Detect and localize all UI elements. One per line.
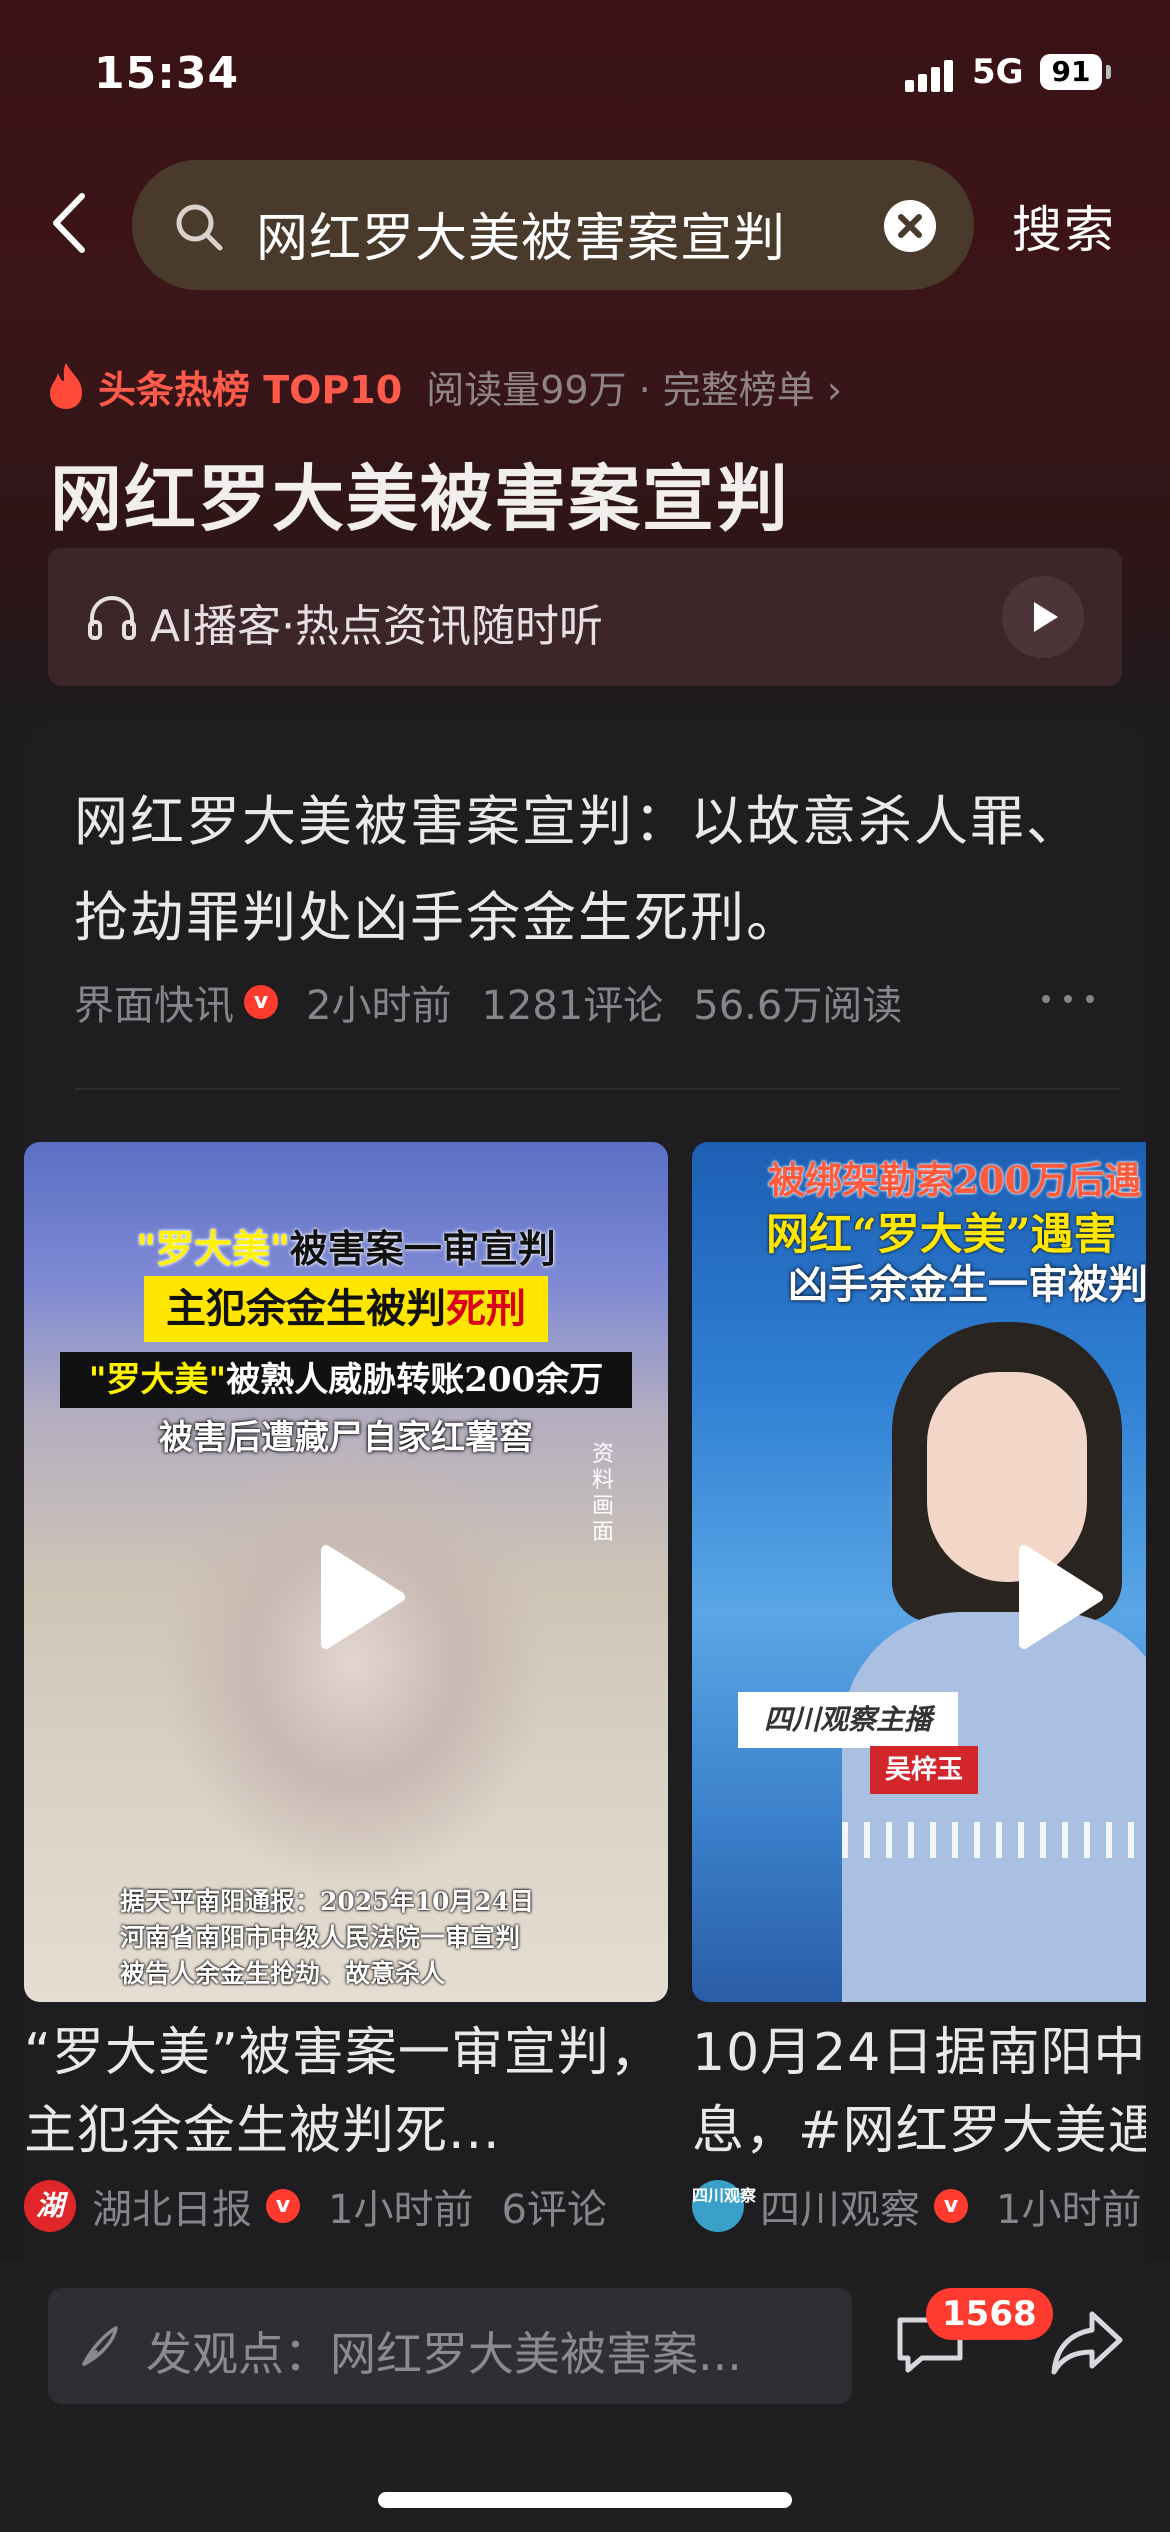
video-2-caption-3: 凶手余金生一审被判 — [788, 1261, 1146, 1308]
video-1-caption-2: 主犯余金生被判死刑 — [144, 1276, 548, 1342]
video-1-time: 1小时前 — [328, 2187, 474, 2233]
news-card[interactable]: 网红罗大美被害案宣判：以故意杀人罪、抢劫罪判处凶手余金生死刑。 界面快讯 v 2… — [24, 722, 1146, 2282]
play-icon — [1034, 602, 1058, 632]
video-thumbnail-2[interactable]: 被绑架勒索200万后遇 网红“罗大美”遇害 凶手余金生一审被判 四川观察主播 吴… — [692, 1142, 1146, 2002]
share-icon[interactable] — [1048, 2304, 1126, 2382]
video-1-caption-1: "罗大美"被害案一审宣判 — [136, 1226, 556, 1271]
news-ticker — [842, 1822, 1146, 1858]
video-thumbnail-1[interactable]: "罗大美"被害案一审宣判 主犯余金生被判死刑 "罗大美"被熟人威胁转账200余万… — [24, 1142, 668, 2002]
back-button[interactable] — [46, 188, 96, 258]
anchor-name-badge: 吴梓玉 — [870, 1746, 978, 1794]
home-indicator — [378, 2492, 792, 2508]
battery-tip — [1106, 65, 1111, 79]
clear-search-button[interactable] — [884, 200, 936, 252]
close-icon — [898, 214, 922, 238]
article-source[interactable]: 界面快讯 — [74, 973, 234, 1031]
play-icon — [321, 1545, 405, 1649]
signal-icon — [905, 58, 953, 92]
video-1-meta: 湖 湖北日报 v 1小时前 6评论 — [24, 2176, 668, 2236]
article-time: 2小时前 — [306, 983, 452, 1029]
search-button[interactable]: 搜索 — [1012, 190, 1116, 262]
verified-icon: v — [934, 2189, 968, 2223]
hot-meta[interactable]: 阅读量99万 · 完整榜单 › — [426, 359, 842, 414]
anchor-body — [842, 1612, 1146, 2002]
video-1-side-note: 资料画面 — [591, 1442, 614, 1545]
video-1-bottom-text: 据天平南阳通报：2025年10月24日 河南省南阳市中级人民法院一审宣判 被告人… — [120, 1887, 535, 1988]
hot-list-link[interactable]: 头条热榜 TOP10 阅读量99万 · 完整榜单 › — [46, 358, 842, 414]
network-type: 5G — [972, 52, 1024, 92]
article-headline[interactable]: 网红罗大美被害案宣判：以故意杀人罪、抢劫罪判处凶手余金生死刑。 — [74, 774, 1104, 966]
video-1-caption-4: 被害后遭藏尸自家红薯窖 — [159, 1418, 533, 1458]
video-2-title[interactable]: 10月24日据南阳中息，#网红罗大美遇 — [692, 2014, 1146, 2170]
podcast-play-button[interactable] — [1002, 576, 1084, 658]
pen-icon — [82, 2326, 118, 2366]
video-2-meta: 四川观察 四川观察 v 1小时前 — [692, 2176, 1146, 2236]
hot-rank-tag: 头条热榜 TOP10 — [98, 367, 403, 412]
more-options-button[interactable] — [1042, 984, 1112, 1014]
comment-count-badge: 1568 — [926, 2288, 1053, 2340]
chevron-left-icon — [53, 193, 85, 253]
podcast-label: AI播客·热点资讯随时听 — [150, 601, 604, 652]
comment-placeholder: 发观点：网红罗大美被害案... — [146, 2327, 742, 2381]
search-field[interactable]: 网红罗大美被害案宣判 — [132, 160, 974, 290]
headphones-icon — [88, 596, 136, 640]
hubei-daily-logo[interactable]: 湖 — [24, 2180, 76, 2232]
sichuan-observe-logo[interactable]: 四川观察 — [692, 2180, 756, 2232]
article-meta: 界面快讯 v 2小时前 1281评论 56.6万阅读 — [74, 972, 902, 1032]
video-2-source[interactable]: 四川观察 — [760, 2177, 920, 2235]
video-2-time: 1小时前 — [996, 2187, 1142, 2233]
status-time: 15:34 — [94, 48, 240, 99]
comment-input[interactable]: 发观点：网红罗大美被害案... — [48, 2288, 852, 2404]
search-input[interactable]: 网红罗大美被害案宣判 — [256, 196, 786, 271]
divider — [74, 1088, 1120, 1090]
anchor-badge: 四川观察主播 — [738, 1692, 958, 1748]
search-icon — [176, 204, 223, 251]
ai-podcast-bar[interactable]: AI播客·热点资讯随时听 — [48, 548, 1122, 686]
video-1-caption-3: "罗大美"被熟人威胁转账200余万 — [60, 1352, 632, 1408]
video-1-source[interactable]: 湖北日报 — [92, 2177, 252, 2235]
article-comments: 1281评论 — [481, 983, 664, 1029]
verified-icon: v — [244, 985, 278, 1019]
battery-icon: 91 — [1040, 54, 1102, 90]
play-icon — [1019, 1545, 1103, 1649]
video-1-comments: 6评论 — [501, 2187, 607, 2233]
video-1-title[interactable]: “罗大美”被害案一审宣判，主犯余金生被判死... — [24, 2014, 668, 2170]
article-reads: 56.6万阅读 — [693, 983, 903, 1029]
flame-icon — [50, 363, 82, 409]
video-2-caption-1: 被绑架勒索200万后遇 — [768, 1158, 1142, 1202]
verified-icon: v — [266, 2189, 300, 2223]
topic-title: 网红罗大美被害案宣判 — [50, 457, 791, 541]
